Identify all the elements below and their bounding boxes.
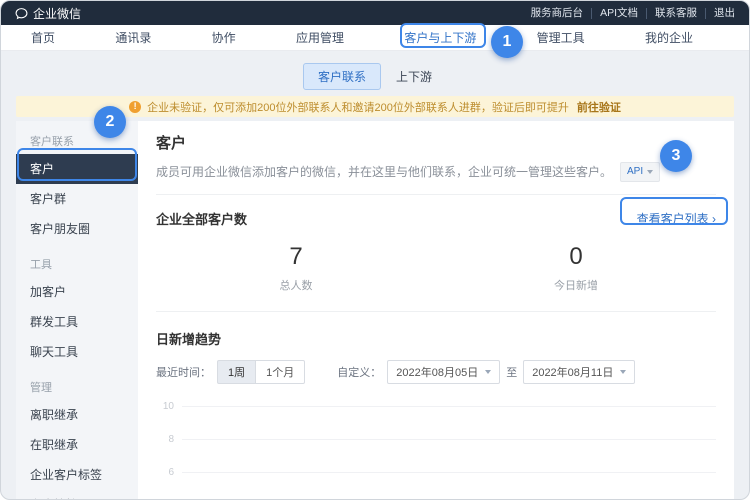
to-label: 至 [506,364,517,380]
main-panel: 客户 成员可用企业微信添加客户的微信，并在这里与他们联系，企业可统一管理这些客户… [138,121,734,499]
app-window: 企业微信 服务商后台 API文档 联系客服 退出 首页 通讯录 协作 应用管理 … [0,0,750,500]
api-badge-label: API [627,164,643,180]
gridline [182,406,716,407]
nav-item-my-company[interactable]: 我的企业 [645,29,693,46]
go-verify-link[interactable]: 前往验证 [577,99,621,115]
sidebar-section-management: 管理 离职继承 在职继承 企业客户标签 安全管控 [16,367,138,499]
y-tick-label: 10 [156,401,174,412]
y-tick-label: 6 [156,467,174,478]
content-area: 客户联系 客户 客户群 客户朋友圈 工具 加客户 群发工具 聊天工具 管理 离职… [16,121,734,499]
wecom-logo-icon [15,7,28,20]
sidebar-item-customer-tags[interactable]: 企业客户标签 [16,460,138,490]
nav-item-contacts[interactable]: 通讯录 [115,29,151,46]
recent-time-label: 最近时间： [156,364,211,380]
chart-grid-row: 8 [156,423,716,456]
divider [156,311,716,312]
sidebar-section-customer-contact: 客户联系 客户 客户群 客户朋友圈 [16,121,138,244]
brand-name: 企业微信 [33,5,81,22]
custom-range-label: 自定义： [337,364,381,380]
sidebar-item-group-messaging[interactable]: 群发工具 [16,307,138,337]
stat-new-today-label: 今日新增 [436,277,716,293]
link-logout[interactable]: 退出 [706,8,735,19]
subtab-upstream-downstream[interactable]: 上下游 [381,63,447,90]
link-api-docs[interactable]: API文档 [592,8,647,19]
sidebar-section-header: 工具 [16,244,138,277]
trend-filters: 最近时间： 1周 1个月 自定义： 2022年08月05日 至 2022年08月… [156,360,716,384]
link-service-provider-admin[interactable]: 服务商后台 [523,8,593,19]
sidebar-section-header: 客户联系 [16,121,138,154]
nav-item-collaboration[interactable]: 协作 [212,29,236,46]
stat-new-today: 0 今日新增 [436,244,716,293]
brand[interactable]: 企业微信 [15,5,81,22]
nav-item-app-management[interactable]: 应用管理 [296,29,344,46]
main-nav: 首页 通讯录 协作 应用管理 客户与上下游 管理工具 我的企业 [1,25,749,51]
customers-count-header: 企业全部客户数 查看客户列表 › [156,208,716,228]
date-to-value: 2022年08月11日 [532,364,613,380]
range-segmented-control: 1周 1个月 [217,360,305,384]
date-to-select[interactable]: 2022年08月11日 [523,360,635,384]
topbar: 企业微信 服务商后台 API文档 联系客服 退出 [1,1,749,25]
trend-title: 日新增趋势 [156,332,716,348]
sidebar-item-onjob-inheritance[interactable]: 在职继承 [16,430,138,460]
gridline [182,439,716,440]
chart-grid-row: 4 [156,489,716,499]
sidebar-item-resigned-inheritance[interactable]: 离职继承 [16,400,138,430]
stat-total-label: 总人数 [156,277,436,293]
gridline [182,472,716,473]
range-button-1week[interactable]: 1周 [217,360,256,384]
sidebar-item-customer-groups[interactable]: 客户群 [16,184,138,214]
customers-count-title: 企业全部客户数 [156,209,247,228]
customer-stats: 7 总人数 0 今日新增 [156,244,716,293]
link-contact-support[interactable]: 联系客服 [647,8,706,19]
stat-new-today-value: 0 [436,244,716,270]
sidebar-item-customers[interactable]: 客户 [16,154,138,184]
api-badge[interactable]: API [620,162,660,182]
chevron-down-icon [485,370,491,374]
chevron-down-icon [620,370,626,374]
sub-tabs: 客户联系 上下游 [1,65,749,88]
stat-total-value: 7 [156,244,436,270]
verification-banner: ! 企业未验证，仅可添加200位外部联系人和邀请200位外部联系人进群，验证后即… [16,96,734,117]
nav-item-customers-updownstream[interactable]: 客户与上下游 [404,29,476,46]
y-tick-label: 8 [156,434,174,445]
nav-item-home[interactable]: 首页 [31,29,55,46]
sidebar-item-security-control[interactable]: 安全管控 [16,490,138,499]
stat-total: 7 总人数 [156,244,436,293]
date-from-select[interactable]: 2022年08月05日 [387,360,500,384]
banner-text: 企业未验证，仅可添加200位外部联系人和邀请200位外部联系人进群，验证后即可提… [147,99,569,115]
date-from-value: 2022年08月05日 [396,364,478,380]
range-button-1month[interactable]: 1个月 [255,360,305,384]
divider [156,194,716,195]
trend-chart: 10 8 6 4 [156,390,716,499]
page-description: 成员可用企业微信添加客户的微信，并在这里与他们联系，企业可统一管理这些客户。 [156,164,612,180]
sidebar-section-tools: 工具 加客户 群发工具 聊天工具 [16,244,138,367]
subtab-customer-contact[interactable]: 客户联系 [303,63,381,90]
sidebar-item-chat-tools[interactable]: 聊天工具 [16,337,138,367]
sidebar-item-customer-moments[interactable]: 客户朋友圈 [16,214,138,244]
sidebar-item-add-customer[interactable]: 加客户 [16,277,138,307]
page-title: 客户 [156,135,716,153]
page-description-row: 成员可用企业微信添加客户的微信，并在这里与他们联系，企业可统一管理这些客户。 A… [156,162,716,182]
nav-item-admin-tools[interactable]: 管理工具 [537,29,585,46]
warning-icon: ! [129,101,141,113]
sidebar: 客户联系 客户 客户群 客户朋友圈 工具 加客户 群发工具 聊天工具 管理 离职… [16,121,138,499]
topbar-links: 服务商后台 API文档 联系客服 退出 [523,8,735,19]
view-customer-list-link[interactable]: 查看客户列表 › [637,210,716,227]
chart-grid-row: 10 [156,390,716,423]
chevron-down-icon [647,170,653,174]
sidebar-section-header: 管理 [16,367,138,400]
chart-grid-row: 6 [156,456,716,489]
